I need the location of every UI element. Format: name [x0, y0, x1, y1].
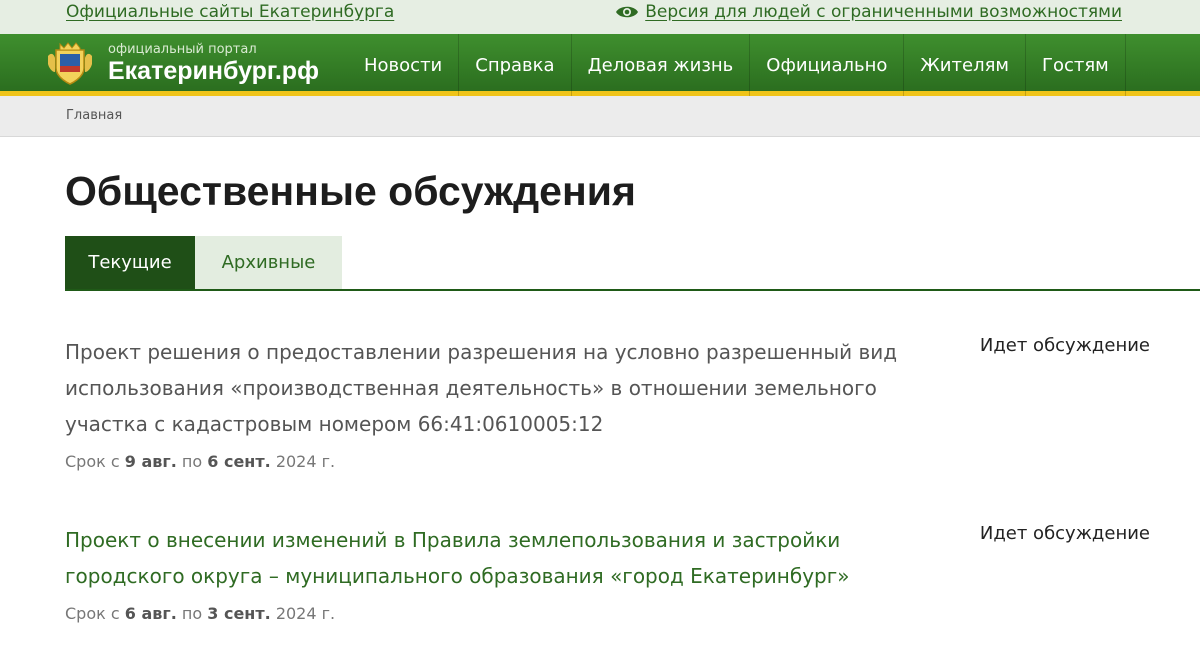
site-header: официальный портал Екатеринбург.рф Новос…: [0, 34, 1200, 96]
top-utility-bar: Официальные сайты Екатеринбурга Версия д…: [0, 0, 1200, 34]
discussion-title-link[interactable]: Проект о внесении изменений в Правила зе…: [65, 522, 905, 594]
status-label: Идет обсуждение: [979, 335, 1150, 356]
dates-year: 2024 г.: [275, 604, 336, 623]
eye-icon: [616, 6, 639, 18]
list-item: Проект решения о предоставлении разрешен…: [65, 334, 1150, 471]
start-date: 6 авг.: [124, 604, 177, 623]
discussion-title[interactable]: Проект решения о предоставлении разрешен…: [65, 334, 905, 442]
nav-item-official[interactable]: Официально: [750, 34, 905, 96]
dates-prefix: Срок с: [65, 452, 120, 471]
dates-year: 2024 г.: [275, 452, 336, 471]
site-logo[interactable]: официальный портал Екатеринбург.рф: [46, 42, 319, 86]
nav-item-news[interactable]: Новости: [348, 34, 460, 96]
breadcrumb-home-link[interactable]: Главная: [66, 108, 122, 123]
tab-current[interactable]: Текущие: [65, 236, 195, 289]
logo-title: Екатеринбург.рф: [108, 57, 319, 85]
breadcrumb: Главная: [0, 96, 1200, 137]
dates-prefix: Срок с: [65, 604, 120, 623]
discussion-dates: Срок с 6 авг. по 3 сент. 2024 г.: [65, 604, 1150, 623]
dates-mid: по: [181, 452, 203, 471]
end-date: 6 сент.: [207, 452, 271, 471]
nav-item-reference[interactable]: Справка: [459, 34, 572, 96]
tab-archive[interactable]: Архивные: [195, 236, 342, 289]
official-sites-link[interactable]: Официальные сайты Екатеринбурга: [66, 1, 394, 23]
accessibility-version-label: Версия для людей с ограниченными возможн…: [645, 2, 1122, 22]
end-date: 3 сент.: [207, 604, 271, 623]
status-label: Идет обсуждение: [979, 523, 1150, 544]
list-item: Проект о внесении изменений в Правила зе…: [65, 522, 1150, 623]
page-title: Общественные обсуждения: [65, 168, 636, 214]
discussion-dates: Срок с 9 авг. по 6 сент. 2024 г.: [65, 452, 1150, 471]
dates-mid: по: [181, 604, 203, 623]
nav-item-residents[interactable]: Жителям: [904, 34, 1026, 96]
logo-subtitle: официальный портал: [108, 42, 257, 57]
coat-of-arms-icon: [48, 42, 92, 85]
discussion-tabs: Текущие Архивные: [65, 236, 1200, 291]
main-nav: Новости Справка Деловая жизнь Официально…: [348, 34, 1126, 96]
nav-item-guests[interactable]: Гостям: [1026, 34, 1126, 96]
start-date: 9 авг.: [124, 452, 177, 471]
accessibility-version-link[interactable]: Версия для людей с ограниченными возможн…: [615, 1, 1122, 23]
nav-item-business[interactable]: Деловая жизнь: [572, 34, 751, 96]
